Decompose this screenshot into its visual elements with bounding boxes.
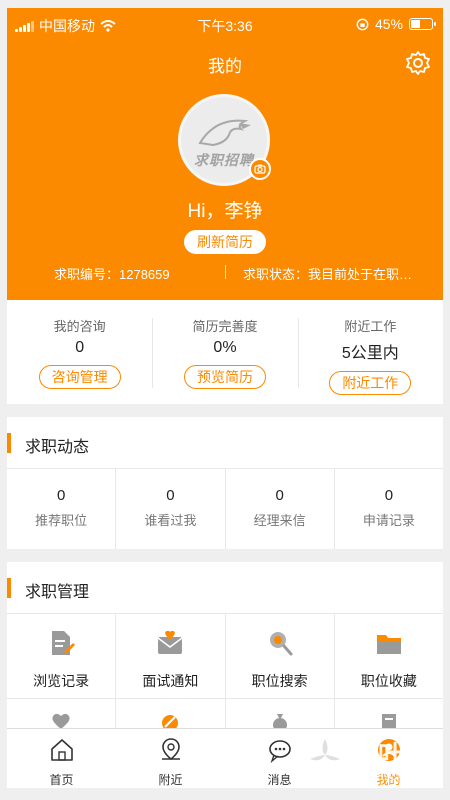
eagle-logo-icon bbox=[198, 119, 251, 147]
nearby-jobs-button[interactable]: 附近工作 bbox=[329, 371, 412, 395]
message-icon bbox=[268, 740, 291, 764]
recommended-jobs[interactable]: 0 推荐职位 bbox=[7, 469, 117, 549]
label: 浏览记录 bbox=[33, 673, 90, 689]
stat-label: 附近工作 bbox=[344, 319, 397, 334]
tab-label: 附近 bbox=[158, 773, 183, 787]
refresh-resume-button[interactable]: 刷新简历 bbox=[184, 230, 266, 254]
manager-letters[interactable]: 0 经理来信 bbox=[226, 469, 335, 549]
location-icon bbox=[161, 738, 180, 761]
document-edit-icon bbox=[52, 631, 76, 655]
count: 0 bbox=[166, 487, 175, 504]
tab-home[interactable]: 首页 bbox=[7, 729, 116, 788]
job-favorites[interactable]: 职位收藏 bbox=[335, 614, 443, 698]
battery-icon bbox=[409, 18, 436, 30]
stat-nearby-jobs: 附近工作 5公里内 附近工作 bbox=[297, 300, 443, 404]
stat-label: 简历完善度 bbox=[192, 319, 258, 334]
job-seeker-id: 求职编号：1278659 bbox=[54, 267, 170, 282]
consult-manage-button[interactable]: 咨询管理 bbox=[38, 365, 121, 389]
camera-icon[interactable] bbox=[249, 158, 271, 180]
status-bar: 中国移动 下午3:36 45% bbox=[7, 8, 443, 40]
battery-percent: 45% bbox=[374, 16, 403, 32]
count: 0 bbox=[56, 487, 66, 504]
tab-nearby[interactable]: 附近 bbox=[116, 729, 225, 788]
profile-header: 中国移动 下午3:36 45% 我的 求职招聘 Hi，李铮 刷新简历 求职编号：… bbox=[7, 8, 443, 300]
label: 申请记录 bbox=[362, 513, 415, 528]
label: 面试通知 bbox=[142, 673, 199, 689]
count: 0 bbox=[275, 487, 284, 504]
greeting: Hi，李铮 bbox=[187, 201, 263, 222]
rotation-lock-icon bbox=[356, 18, 369, 30]
who-viewed-me[interactable]: 0 谁看过我 bbox=[116, 469, 226, 549]
job-status[interactable]: 求职状态：我目前处于在职… bbox=[243, 264, 433, 283]
stat-value: 5公里内 bbox=[341, 345, 399, 362]
tab-label: 首页 bbox=[49, 773, 74, 787]
section-accent-bar bbox=[7, 433, 11, 453]
stat-resume-completeness: 简历完善度 0% 预览简历 bbox=[152, 300, 297, 404]
section-accent-bar bbox=[7, 578, 11, 598]
profile-icon bbox=[377, 739, 400, 761]
bottom-tab-bar: 首页 附近 消息 我的 bbox=[7, 728, 443, 788]
settings-gear-icon[interactable] bbox=[405, 50, 431, 76]
section-title: 求职管理 bbox=[25, 584, 90, 601]
stat-consultations: 我的咨询 0 咨询管理 bbox=[7, 300, 152, 404]
search-icon bbox=[269, 632, 293, 656]
label: 职位搜索 bbox=[251, 673, 308, 689]
job-management-card: 求职管理 浏览记录 面试通知 职位搜索 职位收藏 bbox=[7, 562, 443, 738]
label: 谁看过我 bbox=[144, 513, 197, 528]
label: 职位收藏 bbox=[360, 673, 417, 689]
interview-notice[interactable]: 面试通知 bbox=[116, 614, 226, 698]
preview-resume-button[interactable]: 预览简历 bbox=[183, 365, 266, 389]
tab-label: 消息 bbox=[267, 773, 292, 787]
folder-icon bbox=[376, 635, 401, 654]
browse-history[interactable]: 浏览记录 bbox=[7, 614, 117, 698]
page-title: 我的 bbox=[208, 57, 242, 76]
label: 推荐职位 bbox=[35, 513, 88, 528]
job-dynamics-card: 求职动态 0 推荐职位 0 谁看过我 0 经理来信 0 申请记录 bbox=[7, 417, 443, 549]
section-title: 求职动态 bbox=[25, 439, 90, 456]
count: 0 bbox=[384, 487, 394, 504]
avatar-logo-text: 求职招聘 bbox=[194, 152, 254, 168]
tab-label: 我的 bbox=[376, 773, 401, 787]
divider bbox=[225, 265, 226, 279]
tab-messages[interactable]: 消息 bbox=[225, 729, 334, 788]
tab-profile[interactable]: 我的 bbox=[334, 729, 443, 788]
application-records[interactable]: 0 申请记录 bbox=[335, 469, 443, 549]
stat-value: 0 bbox=[75, 339, 85, 356]
stats-panel: 我的咨询 0 咨询管理 简历完善度 0% 预览简历 附近工作 5公里内 附近工作 bbox=[7, 300, 443, 404]
job-search[interactable]: 职位搜索 bbox=[226, 614, 335, 698]
heart-mail-icon bbox=[157, 630, 183, 654]
home-icon bbox=[50, 739, 73, 761]
label: 经理来信 bbox=[253, 513, 306, 528]
stat-label: 我的咨询 bbox=[53, 319, 106, 334]
stat-value: 0% bbox=[213, 339, 237, 356]
